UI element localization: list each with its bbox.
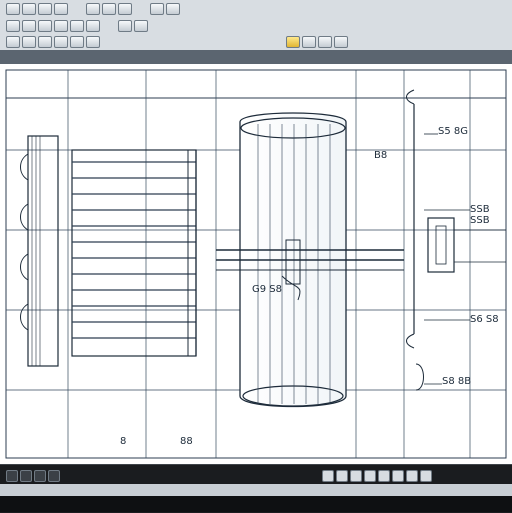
polar-icon[interactable] xyxy=(48,470,60,482)
print-icon[interactable] xyxy=(54,3,68,15)
ortho-icon[interactable] xyxy=(34,470,46,482)
grid-icon[interactable] xyxy=(38,36,52,48)
lineweight-icon[interactable] xyxy=(336,470,348,482)
left-part xyxy=(20,135,59,367)
layer-icon[interactable] xyxy=(6,470,18,482)
paste-icon[interactable] xyxy=(118,3,132,15)
copy-icon[interactable] xyxy=(102,3,116,15)
zoom-icon[interactable] xyxy=(6,36,20,48)
clean-screen-icon[interactable] xyxy=(420,470,432,482)
left-assembly xyxy=(71,149,197,357)
cut-icon[interactable] xyxy=(86,3,100,15)
lock-icon[interactable] xyxy=(406,470,418,482)
dimension-lines xyxy=(424,133,470,385)
redo-icon[interactable] xyxy=(166,3,180,15)
hatch-tool-icon[interactable] xyxy=(86,20,100,32)
annotation-3: S6 S8 xyxy=(470,314,499,325)
annotation-4: S8 8B xyxy=(442,376,472,387)
open-icon[interactable] xyxy=(22,3,36,15)
footer-bar xyxy=(0,484,512,496)
pan-icon[interactable] xyxy=(22,36,36,48)
layer-manager-icon[interactable] xyxy=(302,36,316,48)
properties-icon[interactable] xyxy=(318,36,332,48)
annotation-1: S5 8G xyxy=(438,126,468,137)
workspace-icon[interactable] xyxy=(392,470,404,482)
highlighted-tool-icon[interactable] xyxy=(286,36,300,48)
new-icon[interactable] xyxy=(6,3,20,15)
save-icon[interactable] xyxy=(38,3,52,15)
footer xyxy=(0,484,512,512)
match-properties-icon[interactable] xyxy=(334,36,348,48)
annotation-2: SSB SSB xyxy=(470,204,490,226)
top-toolbar xyxy=(0,0,512,65)
annotation-scale-icon[interactable] xyxy=(378,470,390,482)
technical-drawing xyxy=(5,69,507,459)
annotation-7: B8 xyxy=(374,150,388,161)
text-tool-icon[interactable] xyxy=(134,20,148,32)
osnap-icon[interactable] xyxy=(322,470,334,482)
status-row-1 xyxy=(0,467,512,483)
toolbar-row-2 xyxy=(0,20,512,34)
drawing-canvas[interactable]: S5 8G SSB SSB S6 S8 S8 8B G9 S8 88 B8 8 xyxy=(0,64,512,464)
annotation-6: 88 xyxy=(180,436,193,447)
polar-icon[interactable] xyxy=(86,36,100,48)
undo-icon[interactable] xyxy=(150,3,164,15)
dimension-tool-icon[interactable] xyxy=(118,20,132,32)
polyline-tool-icon[interactable] xyxy=(70,20,84,32)
model-space-icon[interactable] xyxy=(350,470,362,482)
annotation-5: G9 S8 xyxy=(252,284,282,295)
rectangle-tool-icon[interactable] xyxy=(54,20,68,32)
line-tool-icon[interactable] xyxy=(6,20,20,32)
annotation-8: 8 xyxy=(120,436,127,447)
snap-icon[interactable] xyxy=(54,36,68,48)
ribbon xyxy=(0,50,512,64)
layout-space-icon[interactable] xyxy=(364,470,376,482)
circle-tool-icon[interactable] xyxy=(22,20,36,32)
ortho-icon[interactable] xyxy=(70,36,84,48)
snap-icon[interactable] xyxy=(20,470,32,482)
toolbar-row-1 xyxy=(0,3,512,17)
arc-tool-icon[interactable] xyxy=(38,20,52,32)
toolbar-row-3 xyxy=(0,36,512,50)
